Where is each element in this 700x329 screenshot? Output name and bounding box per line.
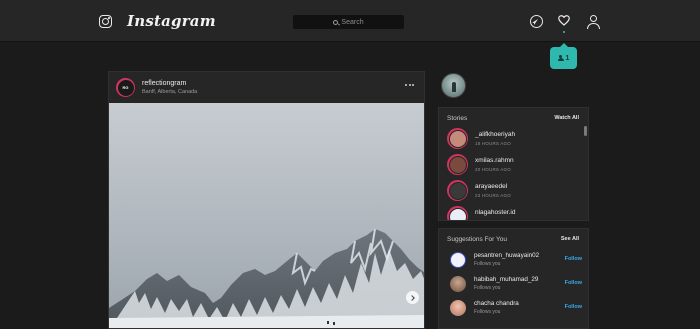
feed-post: RG reflectiongram Banff, Alberta, Canada — [108, 71, 425, 329]
story-username: arayaeedel — [475, 183, 508, 190]
activity-indicator-dot — [563, 31, 565, 33]
story-avatar — [448, 207, 467, 220]
avatar-logo-icon: RG — [122, 85, 129, 90]
profile-user-icon[interactable] — [586, 15, 600, 29]
search-icon — [333, 19, 339, 25]
suggestion-subtitle: Follows you — [474, 285, 501, 291]
suggestion-username[interactable]: pesantren_huwayain02 — [474, 252, 539, 259]
search-placeholder: Search — [341, 18, 364, 26]
current-user-avatar[interactable] — [441, 73, 466, 98]
stories-panel: Stories Watch All _alifkhoeriyah 18 HOUR… — [438, 107, 589, 221]
post-image[interactable] — [109, 103, 424, 328]
story-item[interactable]: arayaeedel 23 HOURS AGO — [447, 180, 582, 202]
suggestion-item: chacha chandra Follows you Follow — [447, 299, 582, 319]
explore-compass-icon[interactable] — [530, 15, 543, 28]
suggestions-title: Suggestions For You — [447, 236, 507, 243]
story-time: 23 HOURS AGO — [475, 193, 511, 198]
more-options-icon[interactable] — [405, 84, 414, 86]
stories-scrollbar[interactable] — [584, 126, 587, 220]
post-header: RG reflectiongram Banff, Alberta, Canada — [109, 72, 424, 103]
next-image-button[interactable] — [406, 291, 419, 304]
suggestion-item: habibah_muhamad_29 Follows you Follow — [447, 275, 582, 295]
follow-button[interactable]: Follow — [565, 280, 582, 286]
post-author-avatar[interactable]: RG — [116, 78, 135, 97]
suggestion-item: pesantren_huwayain02 Follows you Follow — [447, 251, 582, 271]
story-avatar — [448, 129, 467, 148]
story-username: xmilas.rahmn — [475, 157, 514, 164]
follow-button[interactable]: Follow — [565, 256, 582, 262]
suggestion-avatar[interactable] — [450, 276, 466, 292]
instagram-logo-icon[interactable] — [99, 15, 112, 28]
story-avatar — [448, 181, 467, 200]
story-time: 20 HOURS AGO — [475, 167, 511, 172]
notification-count: 1 — [565, 54, 570, 62]
search-input[interactable]: Search — [293, 15, 404, 29]
story-time: 18 HOURS AGO — [475, 141, 511, 146]
suggestion-subtitle: Follows you — [474, 309, 501, 315]
see-all-link[interactable]: See All — [561, 236, 579, 242]
suggestion-subtitle: Follows you — [474, 261, 501, 267]
post-username[interactable]: reflectiongram — [142, 80, 186, 87]
suggestion-username[interactable]: habibah_muhamad_29 — [474, 276, 538, 283]
suggestion-username[interactable]: chacha chandra — [474, 300, 519, 307]
watch-all-link[interactable]: Watch All — [554, 115, 579, 121]
suggestion-avatar[interactable] — [450, 300, 466, 316]
story-avatar — [448, 155, 467, 174]
follow-notification-badge[interactable]: 1 — [550, 43, 577, 69]
activity-heart-icon[interactable] — [558, 15, 570, 26]
person-icon — [557, 54, 564, 62]
follow-button[interactable]: Follow — [565, 304, 582, 310]
stories-title: Stories — [447, 115, 468, 122]
top-navigation-bar: Instagram Search — [0, 0, 700, 42]
story-item[interactable]: _alifkhoeriyah 18 HOURS AGO — [447, 128, 582, 150]
instagram-wordmark[interactable]: Instagram — [127, 12, 216, 30]
suggestions-panel: Suggestions For You See All pesantren_hu… — [438, 228, 589, 329]
story-username: nlagahoster.id — [475, 209, 516, 216]
post-location[interactable]: Banff, Alberta, Canada — [142, 89, 197, 95]
story-username: _alifkhoeriyah — [475, 131, 516, 138]
story-item[interactable]: nlagahoster.id — [447, 206, 582, 220]
suggestion-avatar[interactable] — [450, 252, 466, 268]
story-item[interactable]: xmilas.rahmn 20 HOURS AGO — [447, 154, 582, 176]
